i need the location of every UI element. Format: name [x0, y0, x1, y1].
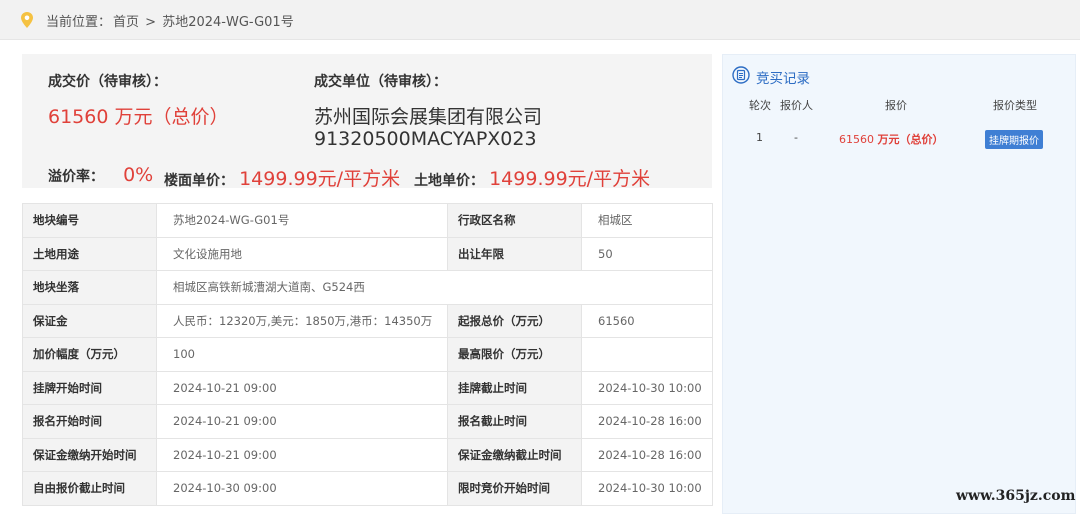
breadcrumb-current: 苏地2024-WG-G01号 [162, 15, 294, 30]
detail-value: 2024-10-21 09:00 [156, 437, 448, 472]
table-row: 保证金缴纳开始时间 2024-10-21 09:00 保证金缴纳截止时间 202… [22, 437, 713, 472]
deal-price-label: 成交价（待审核）： [48, 74, 167, 90]
detail-key: 报名截止时间 [447, 404, 582, 439]
detail-value: 2024-10-30 10:00 [581, 370, 713, 405]
buyer-label: 成交单位（待审核）： [314, 74, 447, 90]
detail-key: 挂牌开始时间 [22, 370, 157, 405]
land-detail-table: 地块编号 苏地2024-WG-G01号 行政区名称 相城区 土地用途 文化设施用… [22, 203, 713, 506]
detail-key: 自由报价截止时间 [22, 471, 157, 506]
breadcrumb-prefix: 当前位置： [46, 15, 112, 30]
document-circle-icon [732, 66, 750, 84]
table-row: 挂牌开始时间 2024-10-21 09:00 挂牌截止时间 2024-10-3… [22, 370, 713, 405]
bid-round: 1 [756, 131, 763, 144]
detail-key: 地块坐落 [22, 270, 157, 305]
table-row: 地块坐落 相城区高铁新城漕湖大道南、G524西 [22, 270, 713, 305]
table-row: 保证金 人民币：12320万,美元：1850万,港币：14350万 起报总价（万… [22, 303, 713, 338]
buyer-name: 苏州国际会展集团有限公司 [314, 106, 543, 128]
detail-key: 起报总价（万元） [447, 303, 582, 338]
detail-value [581, 337, 713, 372]
col-header-price: 报价 [885, 99, 907, 112]
bid-price-unit: 万元（总价） [877, 133, 944, 146]
table-row: 自由报价截止时间 2024-10-30 09:00 限时竞价开始时间 2024-… [22, 471, 713, 506]
premium-rate-label: 溢价率： [48, 169, 104, 185]
detail-key: 行政区名称 [447, 203, 582, 238]
detail-key: 报名开始时间 [22, 404, 157, 439]
col-header-type: 报价类型 [993, 99, 1037, 112]
bid-bidder: - [794, 131, 798, 144]
detail-value: 相城区高铁新城漕湖大道南、G524西 [156, 270, 713, 305]
detail-value: 2024-10-21 09:00 [156, 370, 448, 405]
detail-key: 挂牌截止时间 [447, 370, 582, 405]
bid-type-badge: 挂牌期报价 [985, 130, 1043, 149]
detail-key: 限时竞价开始时间 [447, 471, 582, 506]
detail-key: 出让年限 [447, 236, 582, 271]
bid-price-number: 61560 [839, 133, 874, 146]
col-header-round: 轮次 [749, 99, 771, 112]
table-row: 报名开始时间 2024-10-21 09:00 报名截止时间 2024-10-2… [22, 404, 713, 439]
detail-value: 文化设施用地 [156, 236, 448, 271]
location-pin-icon [21, 12, 33, 28]
col-header-bidder: 报价人 [780, 99, 813, 112]
detail-value: 2024-10-21 09:00 [156, 404, 448, 439]
detail-value: 50 [581, 236, 713, 271]
detail-value: 2024-10-30 09:00 [156, 471, 448, 506]
table-row: 加价幅度（万元） 100 最高限价（万元） [22, 337, 713, 372]
floor-unit-price-label: 楼面单价： [164, 173, 234, 189]
premium-rate-value: 0% [123, 164, 154, 186]
deal-summary-panel: 成交价（待审核）： 61560 万元（总价） 成交单位（待审核）： 苏州国际会展… [22, 54, 712, 190]
detail-key: 加价幅度（万元） [22, 337, 157, 372]
table-row: 地块编号 苏地2024-WG-G01号 行政区名称 相城区 [22, 203, 713, 238]
detail-value: 人民币：12320万,美元：1850万,港币：14350万 [156, 303, 448, 338]
detail-key: 地块编号 [22, 203, 157, 238]
detail-value: 100 [156, 337, 448, 372]
detail-key: 保证金 [22, 303, 157, 338]
breadcrumb: 当前位置： 首页 > 苏地2024-WG-G01号 [0, 0, 1080, 40]
detail-key: 保证金缴纳截止时间 [447, 437, 582, 472]
detail-value: 苏地2024-WG-G01号 [156, 203, 448, 238]
breadcrumb-separator: > [145, 15, 157, 30]
watermark-text: www.365jz.com [956, 488, 1076, 504]
deal-price-value: 61560 万元（总价） [48, 106, 229, 128]
detail-key: 土地用途 [22, 236, 157, 271]
table-row: 土地用途 文化设施用地 出让年限 50 [22, 236, 713, 271]
buyer-credit-code: 91320500MACYAPX023 [314, 128, 537, 150]
detail-value: 2024-10-28 16:00 [581, 404, 713, 439]
land-unit-price-value: 1499.99元/平方米 [489, 168, 651, 190]
land-unit-price-label: 土地单价： [414, 173, 484, 189]
detail-value: 2024-10-30 10:00 [581, 471, 713, 506]
bid-records-panel: 竞买记录 轮次 报价人 报价 报价类型 1 - 61560 万元（总价） 挂牌期… [722, 54, 1076, 514]
floor-unit-price-value: 1499.99元/平方米 [239, 168, 401, 190]
detail-value: 2024-10-28 16:00 [581, 437, 713, 472]
detail-key: 最高限价（万元） [447, 337, 582, 372]
detail-value: 相城区 [581, 203, 713, 238]
breadcrumb-home-link[interactable]: 首页 [113, 15, 139, 30]
bid-records-title: 竞买记录 [756, 71, 810, 87]
detail-key: 保证金缴纳开始时间 [22, 437, 157, 472]
detail-value: 61560 [581, 303, 713, 338]
